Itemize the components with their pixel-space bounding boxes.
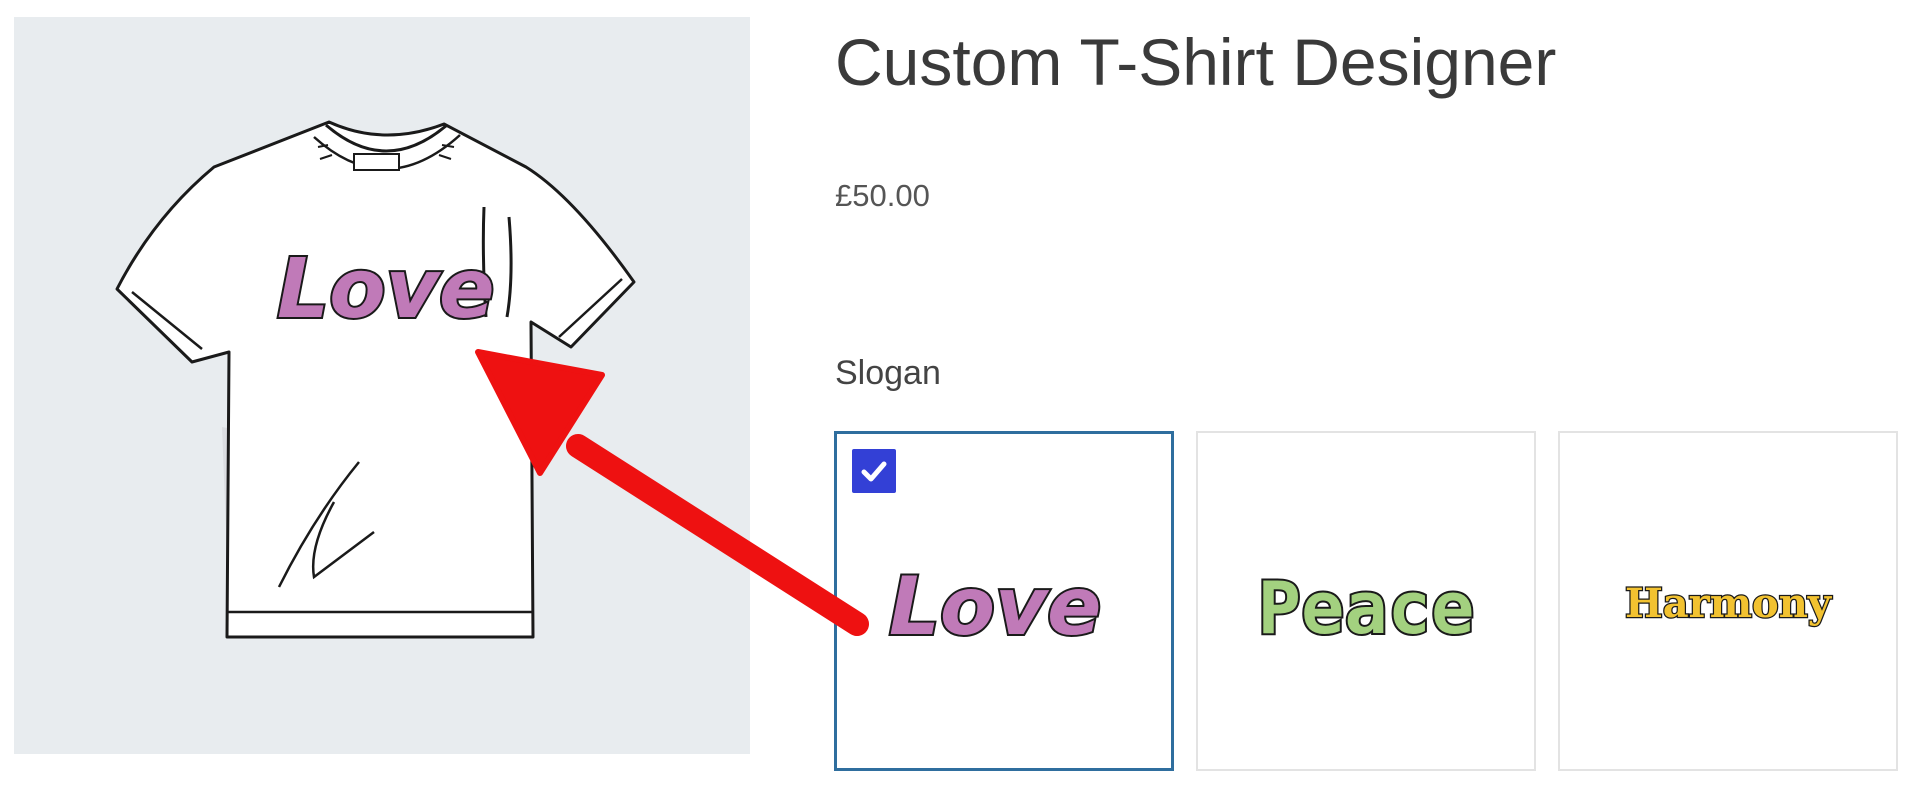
tshirt-illustration: Love: [115, 120, 636, 639]
product-price: £50.00: [835, 178, 930, 213]
slogan-option-label: Harmony: [1625, 580, 1833, 627]
slogan-option-label: Peace: [1258, 566, 1475, 650]
product-preview-image: Love: [14, 17, 750, 754]
slogan-option-label: Love: [889, 560, 1101, 653]
product-title: Custom T-Shirt Designer: [835, 25, 1557, 99]
shirt-slogan-text: Love: [277, 242, 495, 337]
slogan-option-love[interactable]: Love: [834, 431, 1174, 771]
slogan-field-label: Slogan: [835, 354, 941, 392]
slogan-option-peace[interactable]: Peace: [1196, 431, 1536, 771]
slogan-option-harmony[interactable]: Harmony: [1558, 431, 1898, 771]
